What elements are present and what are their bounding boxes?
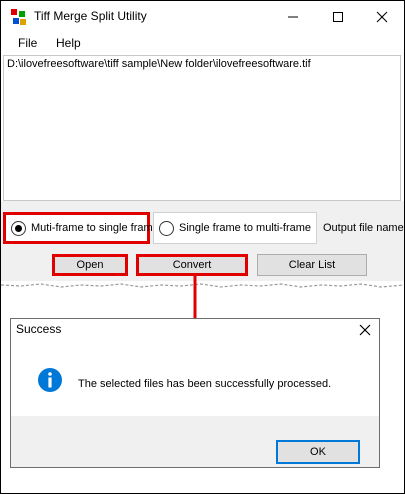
file-list-item[interactable]: D:\ilovefreesoftware\tiff sample\New fol… [7,58,311,70]
tiff-merge-app-icon [11,9,26,25]
open-button[interactable]: Open [52,254,128,276]
ok-button[interactable]: OK [276,440,360,464]
maximize-icon [333,11,343,22]
close-button[interactable] [360,2,404,31]
close-icon [359,324,371,336]
minimize-button[interactable] [271,2,315,31]
clear-list-button[interactable]: Clear List [257,254,367,276]
multi-to-single-label: Muti-frame to single frame [31,222,159,234]
dialog-message: The selected files has been successfully… [78,378,332,390]
minimize-icon [288,16,298,17]
window-title: Tiff Merge Split Utility [34,9,147,23]
multi-to-single-option[interactable]: Muti-frame to single frame [3,212,159,244]
single-to-multi-label: Single frame to multi-frame [179,222,312,234]
dialog-title: Success [16,322,62,336]
single-to-multi-radio[interactable] [159,220,174,236]
menu-bar: File Help [1,32,404,54]
close-icon [376,11,388,22]
maximize-button[interactable] [316,2,360,31]
menu-help[interactable]: Help [56,36,81,50]
menu-file[interactable]: File [18,36,37,50]
title-bar: Tiff Merge Split Utility [1,1,404,31]
file-list[interactable]: D:\ilovefreesoftware\tiff sample\New fol… [3,55,401,201]
dialog-title-bar: Success [11,319,379,341]
success-dialog: Success The selected files has been succ… [10,318,380,468]
output-file-name-label: Output file name [323,222,404,234]
single-to-multi-option[interactable]: Single frame to multi-frame [153,212,317,244]
dialog-close-button[interactable] [355,321,375,339]
multi-to-single-radio[interactable] [11,220,26,236]
info-icon [38,368,62,392]
